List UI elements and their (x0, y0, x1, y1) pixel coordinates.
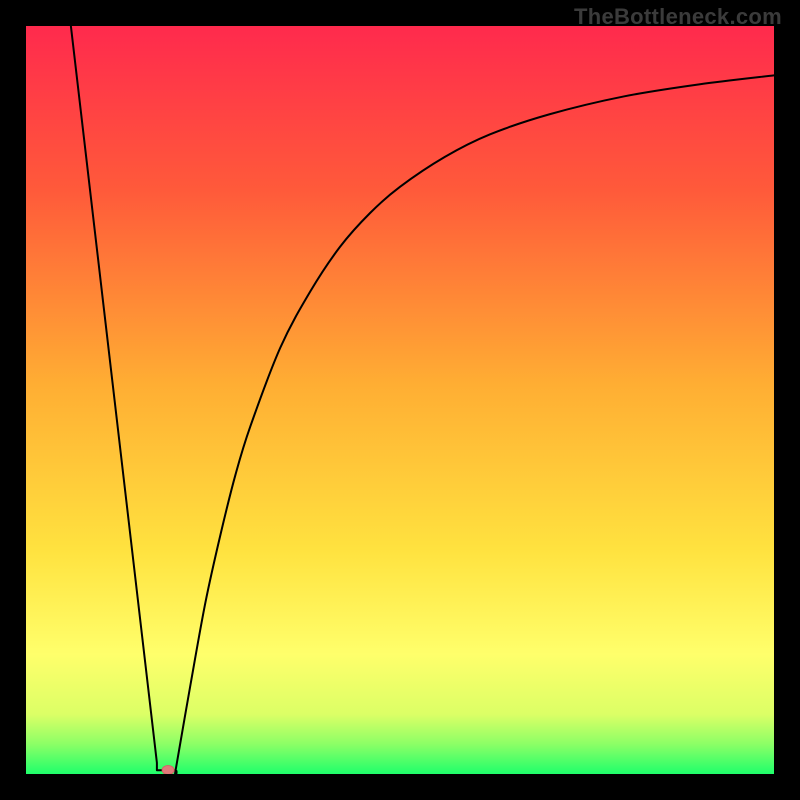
plot-background (26, 26, 774, 774)
optimal-point-marker (162, 766, 174, 775)
chart-frame: TheBottleneck.com (0, 0, 800, 800)
bottleneck-chart (26, 26, 774, 774)
